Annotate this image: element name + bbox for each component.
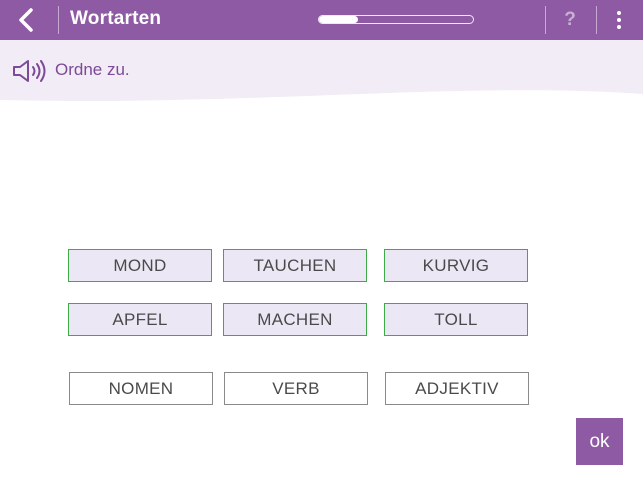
progress-bar: [318, 15, 474, 24]
page-title: Wortarten: [70, 8, 162, 29]
word-card-machen[interactable]: MACHEN: [223, 303, 367, 336]
vertical-dots-icon: [617, 11, 621, 29]
category-adjektiv[interactable]: ADJEKTIV: [385, 372, 529, 405]
divider: [596, 6, 597, 34]
category-verb[interactable]: VERB: [224, 372, 368, 405]
back-button[interactable]: [8, 4, 44, 36]
word-card-apfel[interactable]: APFEL: [68, 303, 212, 336]
divider: [545, 6, 546, 34]
word-card-toll[interactable]: TOLL: [384, 303, 528, 336]
word-card-mond[interactable]: MOND: [68, 249, 212, 282]
category-nomen[interactable]: NOMEN: [69, 372, 213, 405]
help-button[interactable]: ?: [553, 4, 587, 36]
word-card-tauchen[interactable]: TAUCHEN: [223, 249, 367, 282]
divider: [58, 6, 59, 34]
ok-button[interactable]: ok: [576, 418, 623, 465]
word-card-kurvig[interactable]: KURVIG: [384, 249, 528, 282]
chevron-left-icon: [19, 8, 33, 32]
speaker-button[interactable]: [10, 57, 48, 85]
progress-bar-fill: [319, 16, 358, 23]
menu-button[interactable]: [604, 4, 634, 36]
speaker-icon: [13, 60, 46, 82]
instruction-text: Ordne zu.: [55, 60, 130, 79]
top-bar: Wortarten ?: [0, 0, 643, 40]
